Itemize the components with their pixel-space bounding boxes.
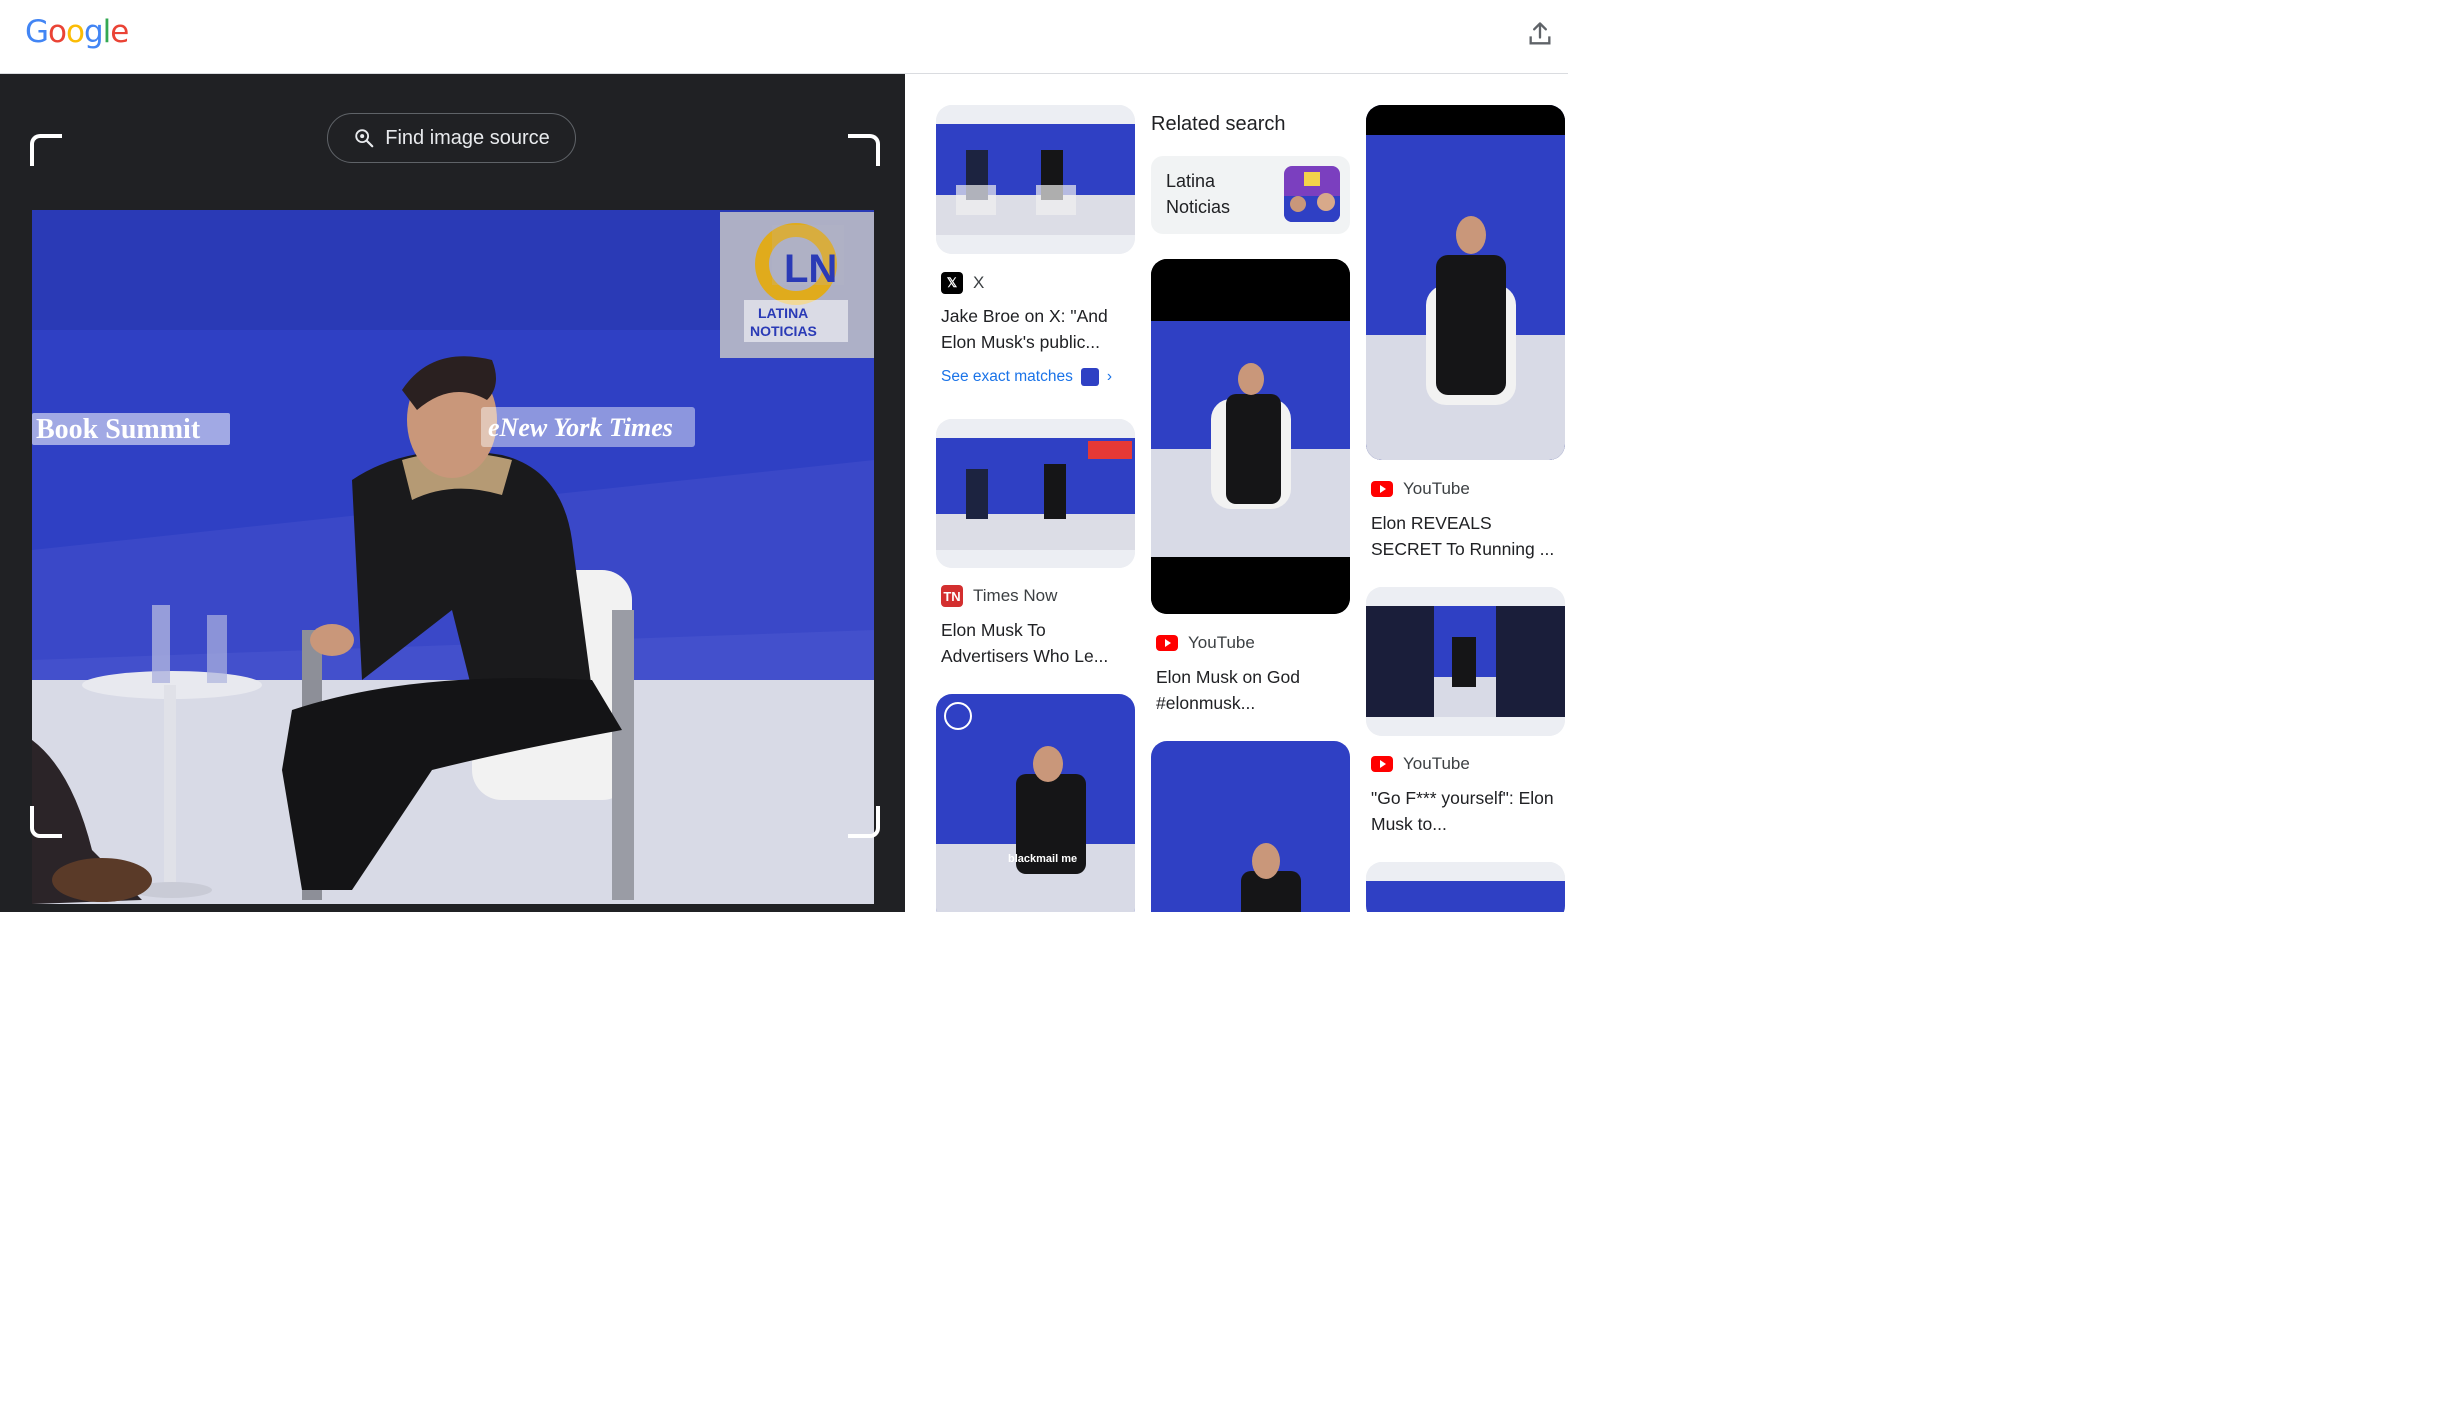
result-thumbnail[interactable] xyxy=(1366,587,1565,736)
google-logo[interactable]: Google xyxy=(25,14,129,50)
result-thumbnail[interactable] xyxy=(1366,862,1565,912)
result-source[interactable]: 𝕏 X xyxy=(941,272,984,294)
lens-search-icon xyxy=(355,129,374,148)
result-title[interactable]: Elon Musk To Advertisers Who Le... xyxy=(941,617,1131,669)
source-name: YouTube xyxy=(1403,754,1470,773)
find-image-source-button[interactable]: Find image source xyxy=(327,113,576,163)
logo-letter: e xyxy=(110,14,129,50)
result-source[interactable]: YouTube xyxy=(1156,632,1255,654)
see-exact-matches-link[interactable]: See exact matches › xyxy=(941,368,1112,386)
result-thumbnail[interactable]: blackmail me xyxy=(936,694,1135,912)
selected-image[interactable]: Book Summit eNew York Times LN LATINA NO… xyxy=(32,210,874,904)
result-thumbnail[interactable] xyxy=(1366,105,1565,460)
result-thumbnail[interactable] xyxy=(936,419,1135,568)
related-search-chip[interactable]: Latina Noticias xyxy=(1151,156,1350,234)
result-title[interactable]: "Go F*** yourself": Elon Musk to... xyxy=(1371,785,1561,837)
crop-handle-top-right[interactable] xyxy=(848,134,880,166)
book-summit-banner: Book Summit xyxy=(36,414,201,445)
ln-logo-mark: LN xyxy=(784,247,837,291)
youtube-icon xyxy=(1371,478,1393,500)
result-source[interactable]: TN Times Now xyxy=(941,585,1057,607)
visual-matches-panel: 𝕏 X Jake Broe on X: "And Elon Musk's pub… xyxy=(906,74,1568,912)
logo-letter: g xyxy=(83,14,104,50)
result-thumbnail[interactable] xyxy=(1151,259,1350,614)
result-thumbnail[interactable] xyxy=(936,105,1135,254)
source-name: YouTube xyxy=(1403,479,1470,498)
source-name: X xyxy=(973,273,985,292)
result-thumbnail[interactable] xyxy=(1151,741,1350,912)
x-logo-icon: 𝕏 xyxy=(941,272,963,294)
crop-handle-bottom-left[interactable] xyxy=(30,806,62,838)
logo-letter: G xyxy=(25,14,49,50)
see-exact-label: See exact matches xyxy=(941,368,1073,385)
exact-match-thumb xyxy=(1080,368,1099,386)
crop-handle-bottom-right[interactable] xyxy=(848,806,880,838)
ln-logo-text-1: LATINA xyxy=(758,305,808,321)
logo-letter: o xyxy=(66,14,85,50)
times-now-logo-icon: TN xyxy=(941,585,963,607)
result-title[interactable]: Elon REVEALS SECRET To Running ... xyxy=(1371,510,1561,562)
crop-handle-top-left[interactable] xyxy=(30,134,62,166)
source-name: YouTube xyxy=(1188,633,1255,652)
upload-icon[interactable] xyxy=(1526,20,1554,48)
source-name: Times Now xyxy=(973,586,1058,605)
result-title[interactable]: Jake Broe on X: "And Elon Musk's public.… xyxy=(941,303,1131,355)
result-overlay-caption: blackmail me xyxy=(1008,853,1077,865)
logo-letter: l xyxy=(102,14,112,50)
related-search-image xyxy=(1284,166,1340,222)
result-source[interactable]: YouTube xyxy=(1371,753,1470,775)
header: Google xyxy=(0,0,1568,74)
ln-logo-text-2: NOTICIAS xyxy=(750,323,817,339)
lens-image-panel: Find image source Book Summit eNew York … xyxy=(0,74,905,912)
nyt-banner: eNew York Times xyxy=(488,413,673,442)
find-image-source-label: Find image source xyxy=(385,126,550,149)
chevron-right-icon: › xyxy=(1106,368,1112,385)
logo-letter: o xyxy=(48,14,67,50)
youtube-icon xyxy=(1371,753,1393,775)
result-source[interactable]: YouTube xyxy=(1371,478,1470,500)
related-search-label: Latina Noticias xyxy=(1166,171,1231,217)
result-title[interactable]: Elon Musk on God #elonmusk... xyxy=(1156,664,1346,716)
youtube-icon xyxy=(1156,632,1178,654)
related-search-heading: Related search xyxy=(1151,113,1286,135)
